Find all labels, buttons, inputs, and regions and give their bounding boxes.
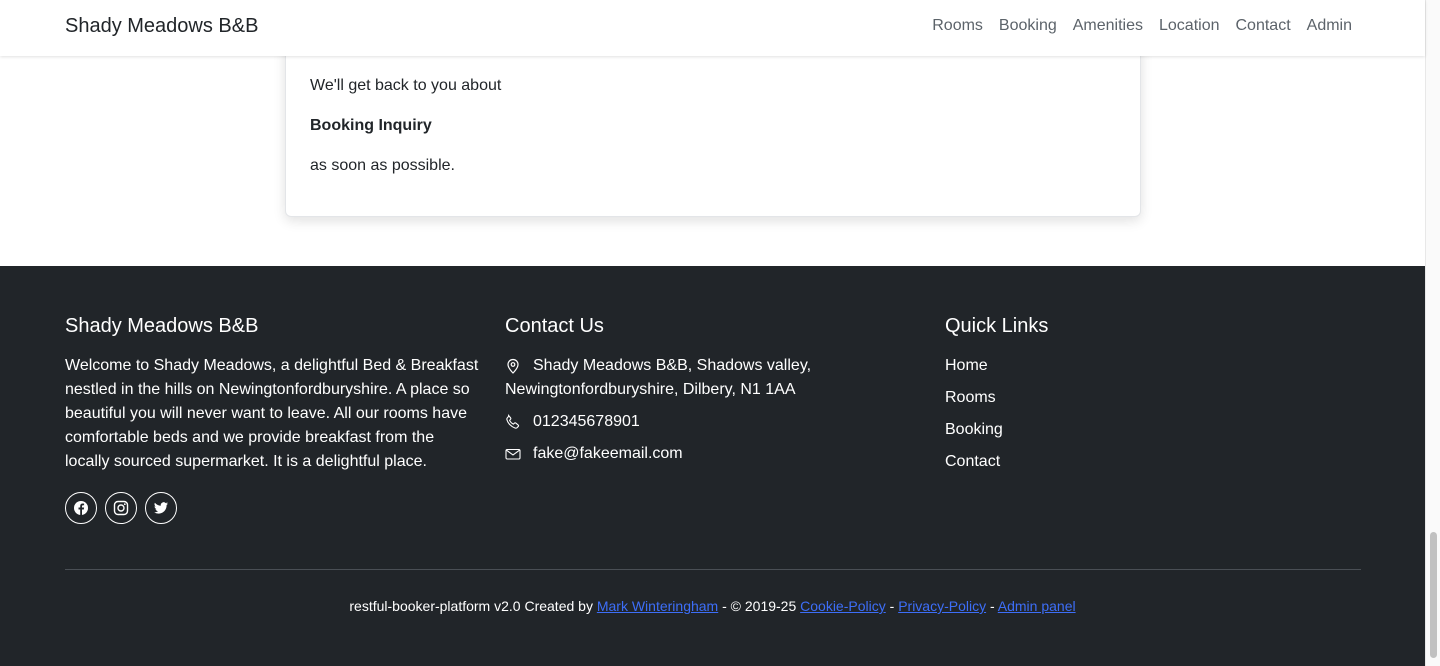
phone-number: 012345678901 <box>533 413 640 430</box>
quick-link-home[interactable]: Home <box>945 357 988 374</box>
footer-about-title: Shady Meadows B&B <box>65 315 259 337</box>
quick-link-booking[interactable]: Booking <box>945 421 1003 438</box>
separator: - <box>885 598 899 614</box>
copyright-prefix: restful-booker-platform v2.0 Created by <box>349 598 597 614</box>
twitter-icon <box>154 502 168 514</box>
page: Shady Meadows B&B Rooms Booking Amenitie… <box>0 0 1425 666</box>
envelope-icon <box>505 442 533 466</box>
footer: Shady Meadows B&B Welcome to Shady Meado… <box>0 266 1425 666</box>
contact-phone: 012345678901 <box>505 410 925 434</box>
footer-contact-title: Contact Us <box>505 315 604 337</box>
quick-links-list: Home Rooms Booking Contact <box>945 354 1245 474</box>
author-link[interactable]: Mark Winteringham <box>597 598 718 614</box>
twitter-button[interactable] <box>145 492 177 524</box>
footer-quick-links: Quick Links Home Rooms Booking Contact <box>945 314 1245 482</box>
cookie-policy-link[interactable]: Cookie-Policy <box>800 598 886 614</box>
nav-link-contact[interactable]: Contact <box>1236 17 1291 35</box>
quick-link-contact[interactable]: Contact <box>945 453 1000 470</box>
address-text: Shady Meadows B&B, Shadows valley, Newin… <box>505 354 812 402</box>
nav-link-amenities[interactable]: Amenities <box>1073 17 1143 35</box>
footer-quick-links-title: Quick Links <box>945 315 1049 337</box>
footer-about-text: Welcome to Shady Meadows, a delightful B… <box>65 357 479 470</box>
instagram-button[interactable] <box>105 492 137 524</box>
footer-about: Shady Meadows B&B Welcome to Shady Meado… <box>65 314 480 524</box>
nav-links: Rooms Booking Amenities Location Contact… <box>932 17 1352 35</box>
address-line-1: Shady Meadows B&B, Shadows valley, <box>533 357 812 374</box>
footer-contact: Contact Us Shady Meadows B&B, Shadows va… <box>505 314 925 474</box>
admin-panel-link[interactable]: Admin panel <box>998 598 1076 614</box>
contact-email: fake@fakeemail.com <box>505 442 925 466</box>
copyright: restful-booker-platform v2.0 Created by … <box>0 598 1425 614</box>
map-pin-icon <box>505 354 533 378</box>
footer-divider <box>65 569 1361 570</box>
list-item: Home <box>945 354 1245 378</box>
separator: - <box>986 598 998 614</box>
scrollbar-thumb[interactable] <box>1430 532 1437 658</box>
instagram-icon <box>113 500 129 516</box>
list-item: Rooms <box>945 386 1245 410</box>
nav-link-booking[interactable]: Booking <box>999 17 1057 35</box>
confirmation-subject: Booking Inquiry <box>310 117 432 134</box>
list-item: Booking <box>945 418 1245 442</box>
facebook-button[interactable] <box>65 492 97 524</box>
nav-link-location[interactable]: Location <box>1159 17 1220 35</box>
brand-link[interactable]: Shady Meadows B&B <box>65 15 258 38</box>
social-links <box>65 492 480 524</box>
confirmation-line-3: as soon as possible. <box>310 157 455 174</box>
copyright-year: - © 2019-25 <box>718 598 801 614</box>
privacy-policy-link[interactable]: Privacy-Policy <box>898 598 986 614</box>
facebook-icon <box>74 501 88 516</box>
navbar: Shady Meadows B&B Rooms Booking Amenitie… <box>0 0 1425 56</box>
nav-link-admin[interactable]: Admin <box>1307 17 1352 35</box>
address-line-2: Newingtonfordburyshire, Dilbery, N1 1AA <box>505 381 796 398</box>
vertical-scrollbar[interactable] <box>1425 0 1440 666</box>
list-item: Contact <box>945 450 1245 474</box>
confirmation-line-1: We'll get back to you about <box>310 77 502 94</box>
email-address: fake@fakeemail.com <box>533 445 683 462</box>
nav-link-rooms[interactable]: Rooms <box>932 17 983 35</box>
contact-address: Shady Meadows B&B, Shadows valley, Newin… <box>505 354 925 402</box>
phone-icon <box>505 410 533 434</box>
quick-link-rooms[interactable]: Rooms <box>945 389 996 406</box>
